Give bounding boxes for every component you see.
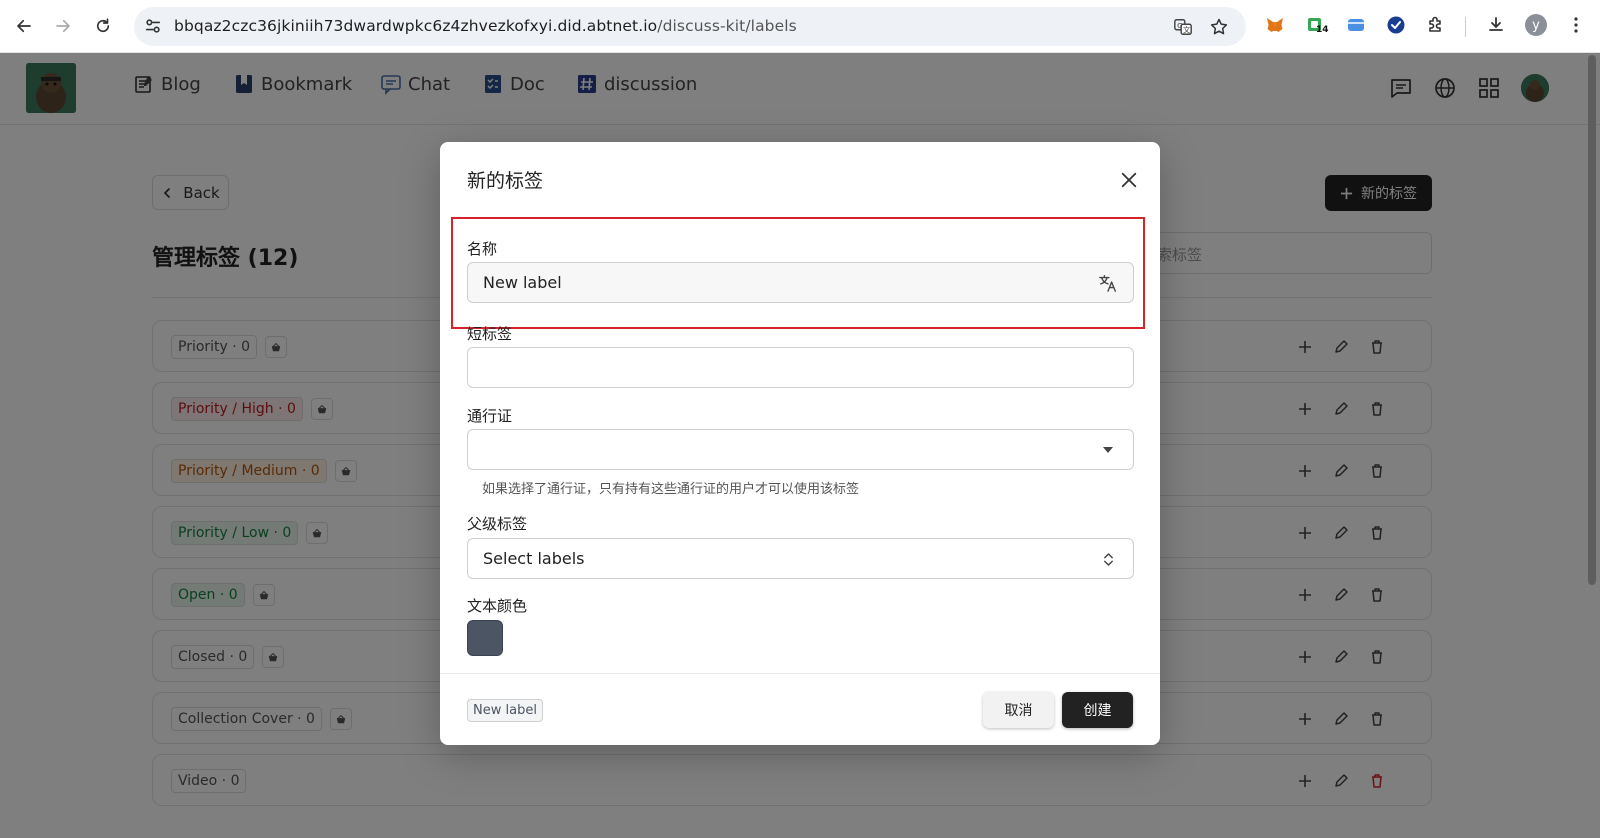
- new-label-dialog: 新的标签 名称 New label 短标签 通行证 如果选择了通行证，只有持有这…: [440, 142, 1160, 745]
- name-field-label: 名称: [467, 240, 498, 258]
- card-extension-icon[interactable]: [1345, 14, 1367, 36]
- address-bar[interactable]: bbqaz2czc36jkiniih73dwardwpkc6z4zhvezkof…: [134, 7, 1246, 46]
- extension-badge-count: 14: [1316, 25, 1329, 35]
- name-input[interactable]: New label: [467, 262, 1134, 303]
- text-color-field-label: 文本颜色: [467, 597, 528, 615]
- translate-page-icon[interactable]: G文: [1172, 16, 1194, 38]
- parent-label-field-label: 父级标签: [467, 515, 528, 533]
- url-text: bbqaz2czc36jkiniih73dwardwpkc6z4zhvezkof…: [174, 17, 797, 35]
- label-preview-chip: New label: [467, 699, 543, 722]
- short-label-input[interactable]: [467, 347, 1134, 388]
- profile-letter: y: [1532, 17, 1540, 33]
- site-settings-icon[interactable]: [144, 17, 162, 35]
- sort-chevrons-icon: [1097, 548, 1119, 570]
- extension-badge-icon[interactable]: 14: [1305, 14, 1329, 36]
- create-button[interactable]: 创建: [1062, 692, 1133, 728]
- check-extension-icon[interactable]: [1385, 14, 1407, 36]
- dialog-title: 新的标签: [467, 170, 544, 192]
- passport-field-label: 通行证: [467, 407, 513, 425]
- download-icon[interactable]: [1485, 14, 1507, 36]
- back-arrow-icon[interactable]: [11, 13, 37, 39]
- passport-select[interactable]: [467, 429, 1134, 470]
- parent-labels-placeholder: Select labels: [483, 549, 585, 568]
- profile-avatar[interactable]: y: [1525, 14, 1547, 36]
- passport-hint: 如果选择了通行证，只有持有这些通行证的用户才可以使用该标签: [482, 482, 860, 497]
- caret-down-icon: [1097, 439, 1119, 461]
- url-path: /discuss-kit/labels: [657, 17, 797, 35]
- close-icon[interactable]: [1117, 168, 1141, 192]
- puzzle-extensions-icon[interactable]: [1425, 14, 1447, 36]
- metamask-fox-icon[interactable]: [1264, 14, 1286, 36]
- toolbar-divider: [1465, 17, 1466, 37]
- url-host: bbqaz2czc36jkiniih73dwardwpkc6z4zhvezkof…: [174, 17, 658, 35]
- translate-icon[interactable]: [1097, 272, 1119, 294]
- browser-menu-icon[interactable]: [1565, 14, 1587, 36]
- bookmark-star-icon[interactable]: [1208, 16, 1230, 38]
- browser-toolbar: bbqaz2czc36jkiniih73dwardwpkc6z4zhvezkof…: [0, 0, 1600, 53]
- svg-text:文: 文: [1183, 25, 1191, 34]
- cancel-button[interactable]: 取消: [983, 692, 1054, 728]
- reload-icon[interactable]: [90, 13, 116, 39]
- name-input-value: New label: [483, 273, 562, 292]
- text-color-swatch[interactable]: [467, 620, 503, 656]
- parent-labels-select[interactable]: Select labels: [467, 538, 1134, 579]
- forward-arrow-icon[interactable]: [50, 13, 76, 39]
- short-label-field-label: 短标签: [467, 325, 513, 343]
- dialog-footer-divider: [440, 673, 1160, 674]
